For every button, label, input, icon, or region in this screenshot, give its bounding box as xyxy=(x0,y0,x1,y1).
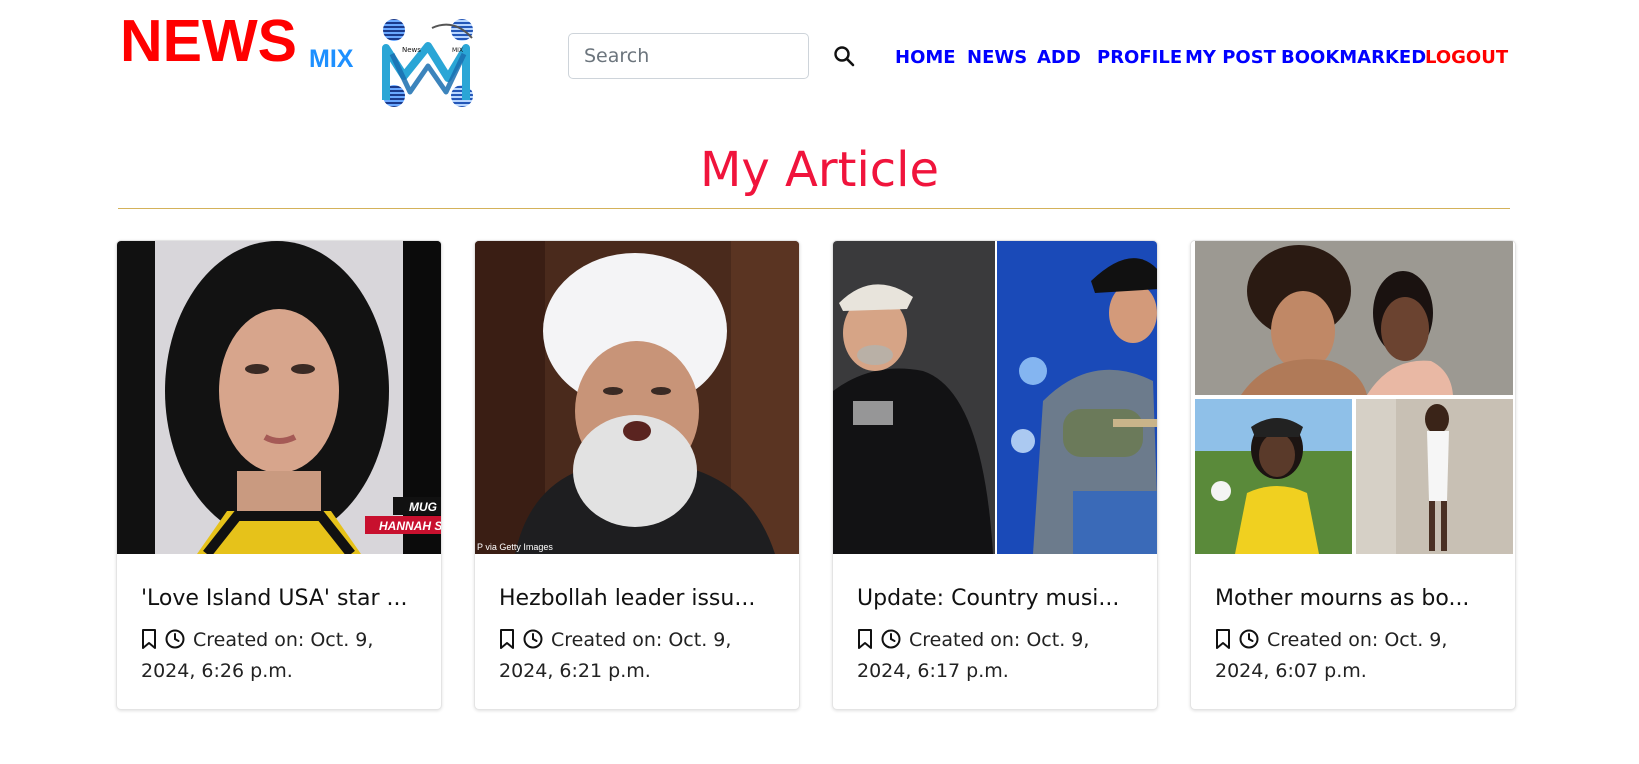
nav-home-link[interactable]: HOME xyxy=(895,46,956,70)
nav-add-link[interactable]: ADD xyxy=(1037,46,1081,70)
card-title[interactable]: Hezbollah leader issu... xyxy=(499,581,779,617)
card-meta: Created on: Oct. 9, 2024, 6:26 p.m. xyxy=(141,625,431,687)
bookmark-icon[interactable] xyxy=(141,629,157,649)
article-card[interactable]: Mother mourns as bo... Created on: Oct. … xyxy=(1190,240,1516,710)
nav-profile-link[interactable]: PROFILE xyxy=(1097,46,1182,70)
page: NEWS MIX News MIX Search HOME NEWS ADD P… xyxy=(0,0,1639,764)
title-divider xyxy=(118,208,1510,209)
card-image-caption: HANNAH S xyxy=(379,519,442,533)
brand-mix-text: MIX xyxy=(309,45,354,73)
nav-my-post-link[interactable]: MY POST xyxy=(1185,46,1276,70)
clock-icon xyxy=(165,629,185,649)
svg-text:News: News xyxy=(402,46,421,54)
card-title[interactable]: Update: Country musi... xyxy=(857,581,1137,617)
article-card[interactable]: MUG HANNAH S 'Love Island USA' star ... … xyxy=(116,240,442,710)
search-input[interactable] xyxy=(568,33,809,79)
card-meta: Created on: Oct. 9, 2024, 6:17 p.m. xyxy=(857,625,1147,687)
clock-icon xyxy=(1239,629,1259,649)
bookmark-icon[interactable] xyxy=(1215,629,1231,649)
search-icon xyxy=(833,45,855,70)
mugshot-photo[interactable]: MUG HANNAH S xyxy=(117,241,442,554)
nav-news-link[interactable]: NEWS xyxy=(967,46,1027,70)
svg-text:MIX: MIX xyxy=(452,47,463,54)
cleric-speaking-photo[interactable]: P via Getty Images xyxy=(475,241,799,554)
search-button[interactable] xyxy=(830,43,858,71)
clock-icon xyxy=(523,629,543,649)
nav-bookmarked-link[interactable]: BOOKMARKED xyxy=(1281,46,1426,70)
card-image-caption: MUG xyxy=(409,500,437,514)
bookmark-icon[interactable] xyxy=(857,629,873,649)
card-image-caption: P via Getty Images xyxy=(477,542,553,552)
card-title[interactable]: 'Love Island USA' star ... xyxy=(141,581,421,617)
bookmark-icon[interactable] xyxy=(499,629,515,649)
card-meta: Created on: Oct. 9, 2024, 6:07 p.m. xyxy=(1215,625,1505,687)
brand-news-text: NEWS xyxy=(120,8,297,74)
article-card[interactable]: Update: Country musi... Created on: Oct.… xyxy=(832,240,1158,710)
page-title: My Article xyxy=(699,142,940,198)
article-card[interactable]: P via Getty Images Hezbollah leader issu… xyxy=(474,240,800,710)
card-title[interactable]: Mother mourns as bo... xyxy=(1215,581,1495,617)
newsmix-logo-icon: News MIX xyxy=(382,18,474,110)
young-woman-collage-photo[interactable] xyxy=(1191,241,1515,554)
country-singer-collage-photo[interactable] xyxy=(833,241,1157,554)
card-meta: Created on: Oct. 9, 2024, 6:21 p.m. xyxy=(499,625,789,687)
clock-icon xyxy=(881,629,901,649)
nav-logout-link[interactable]: LOGOUT xyxy=(1425,46,1508,70)
brand-logo-link[interactable]: NEWS MIX News MIX xyxy=(0,0,480,110)
